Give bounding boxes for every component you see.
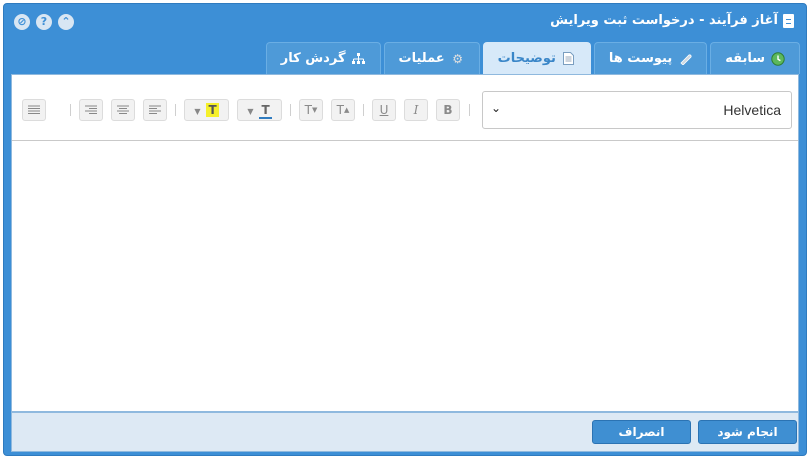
chevron-down-icon: ⌄ <box>491 101 502 115</box>
justify-icon <box>28 105 40 114</box>
bold-button[interactable]: B <box>436 99 460 121</box>
gear-icon: ⚙ <box>452 51 464 66</box>
superscript-label: T <box>336 103 344 117</box>
toolbar-divider <box>363 104 364 116</box>
highlight-color-button[interactable]: ▼ T <box>184 99 229 121</box>
document-icon <box>562 52 576 66</box>
align-center-button[interactable] <box>111 99 135 121</box>
sitemap-icon <box>352 52 366 66</box>
tab-history[interactable]: سابقه <box>710 42 800 74</box>
subscript-label: T <box>304 103 312 117</box>
tab-operations[interactable]: ⚙ عملیات <box>383 42 480 74</box>
window-title: آغاز فرآیند - درخواست ثبت ویرایش <box>550 13 778 28</box>
toolbar-divider <box>70 104 71 116</box>
align-left-button[interactable] <box>143 99 167 121</box>
dialog-window: آغاز فرآیند - درخواست ثبت ویرایش ⊘ ? ⌃ گ… <box>3 3 807 456</box>
highlight-label: T <box>206 103 219 117</box>
tab-attachments[interactable]: پیوست ها <box>593 42 708 74</box>
font-family-value: Helvetica <box>723 102 781 118</box>
text-color-label: T <box>259 103 272 119</box>
tab-workflow[interactable]: گردش کار <box>265 42 381 74</box>
dialog-footer: انجام شود انصراف <box>11 412 799 452</box>
superscript-button[interactable]: T▲ <box>331 99 355 121</box>
history-icon <box>771 51 785 66</box>
submit-button[interactable]: انجام شود <box>698 420 797 444</box>
underline-button[interactable]: U <box>372 99 396 121</box>
editor-toolbar: Helvetica ⌄ B I U T▲ T▼ ▼ T ▼ T <box>12 75 798 141</box>
align-right-icon <box>85 105 97 114</box>
notebook-icon <box>783 13 794 28</box>
tab-label: پیوست ها <box>608 51 673 66</box>
tab-description[interactable]: توضیحات <box>482 42 591 74</box>
subscript-button[interactable]: T▼ <box>299 99 323 121</box>
font-family-select[interactable]: Helvetica ⌄ <box>482 91 792 129</box>
italic-button[interactable]: I <box>404 99 428 121</box>
tab-label: عملیات <box>398 51 445 66</box>
window-controls: ⊘ ? ⌃ <box>14 14 74 30</box>
toolbar-divider <box>175 104 176 116</box>
align-center-icon <box>117 105 129 114</box>
title-bar[interactable]: آغاز فرآیند - درخواست ثبت ویرایش ⊘ ? ⌃ <box>4 4 806 40</box>
cancel-button[interactable]: انصراف <box>592 420 691 444</box>
collapse-icon[interactable]: ⌃ <box>58 14 74 30</box>
dropdown-arrow-icon: ▼ <box>247 107 254 116</box>
toolbar-divider <box>469 104 470 116</box>
tab-label: سابقه <box>725 51 765 66</box>
align-left-icon <box>149 105 161 114</box>
text-color-button[interactable]: ▼ T <box>237 99 282 121</box>
subscript-marker-icon: ▼ <box>311 106 318 114</box>
tab-label: گردش کار <box>280 51 346 66</box>
window-title-group: آغاز فرآیند - درخواست ثبت ویرایش <box>550 13 794 28</box>
help-icon[interactable]: ? <box>36 14 52 30</box>
dropdown-arrow-icon: ▼ <box>194 107 201 116</box>
editor-text-area[interactable] <box>12 141 798 411</box>
align-right-button[interactable] <box>79 99 103 121</box>
superscript-marker-icon: ▲ <box>343 106 350 114</box>
justify-button[interactable] <box>22 99 46 121</box>
tab-label: توضیحات <box>497 51 556 66</box>
description-panel: Helvetica ⌄ B I U T▲ T▼ ▼ T ▼ T <box>11 74 799 412</box>
toolbar-divider <box>290 104 291 116</box>
tab-bar: گردش کار ⚙ عملیات توضیحات پیوست ها سابقه <box>265 42 800 74</box>
paperclip-icon <box>678 52 692 66</box>
close-icon[interactable]: ⊘ <box>14 14 30 30</box>
